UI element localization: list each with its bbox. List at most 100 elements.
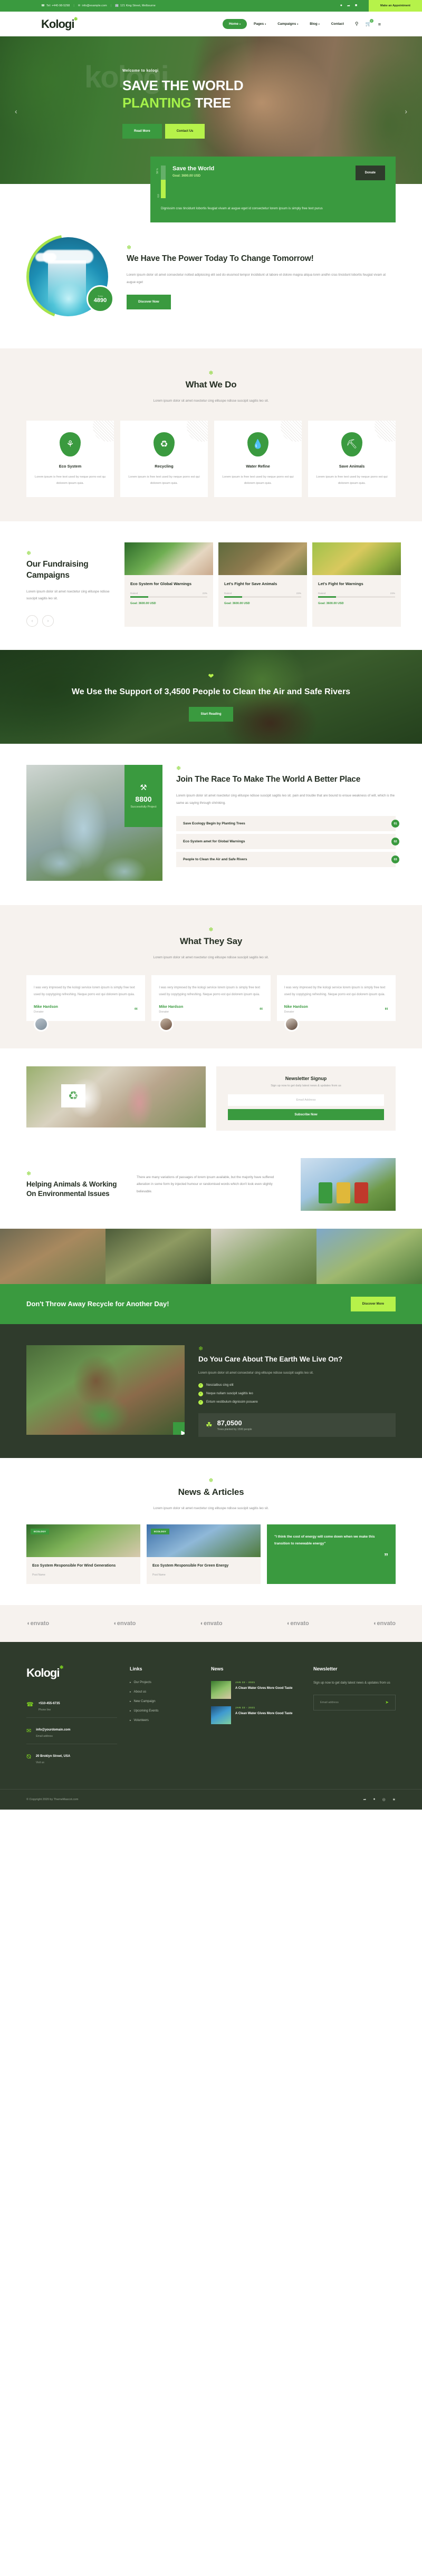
nav-item-contact[interactable]: Contact xyxy=(327,19,349,29)
footer-email-label: Email address xyxy=(36,1734,53,1738)
footer-brand-column: Kologi ❄ ☎ +510-455-6735 Phone line ✉ in… xyxy=(26,1665,117,1770)
hamburger-icon[interactable]: ≡ xyxy=(378,22,381,27)
campaign-card[interactable]: Let's Fight for Warnings Raised 23% Goal… xyxy=(312,542,401,627)
footer-news-item[interactable]: JAN 22 - 2021 A Clean Water Gives More G… xyxy=(211,1706,301,1724)
footer-link-volunteers[interactable]: Volunteers xyxy=(130,1719,198,1722)
check-icon: ✓ xyxy=(198,1383,203,1388)
footer-newsletter-column: Newsletter Sign up now to get daily late… xyxy=(313,1666,396,1770)
footer-link-our-projects[interactable]: Our Projects xyxy=(130,1681,198,1684)
footer-link-upcoming-events[interactable]: Upcoming Events xyxy=(130,1709,198,1713)
footer-contact-email[interactable]: ✉ info@yourdomain.com Email address xyxy=(26,1718,117,1744)
service-card[interactable]: ⛏ Save Animals Lorem ipsum is free text … xyxy=(308,420,396,497)
hero-next-arrow[interactable]: › xyxy=(405,107,407,115)
campaign-image xyxy=(312,542,401,575)
campaign-progress-fill xyxy=(318,596,336,598)
gallery-item-bear[interactable] xyxy=(0,1229,106,1284)
campaign-card[interactable]: Let's Fight for Save Animals Raised 23% … xyxy=(218,542,307,627)
brand-logo-envato[interactable]: ◖ envato xyxy=(26,1620,49,1627)
donate-button[interactable]: Donate xyxy=(355,166,385,180)
service-card-title: Recycling xyxy=(155,463,174,469)
gallery-item-hands-soil[interactable] xyxy=(211,1229,316,1284)
cloud-icon xyxy=(35,253,56,261)
discover-more-button[interactable]: Discover More xyxy=(350,1297,396,1311)
brand-logo-envato[interactable]: ◖ envato xyxy=(199,1620,222,1627)
power-heading: We Have The Power Today To Change Tomorr… xyxy=(127,254,314,264)
campaign-goal: Goal: 3600.00 USD xyxy=(224,602,250,606)
gallery-item-water-pipe[interactable] xyxy=(316,1229,422,1284)
footer-contact-list: ☎ +510-455-6735 Phone line ✉ info@yourdo… xyxy=(26,1692,117,1770)
news-quote-text: "I think the cost of energy will come do… xyxy=(274,1535,375,1545)
nav-item-campaigns[interactable]: Campaigns ▾ xyxy=(273,19,303,29)
footer-news-item[interactable]: JAN 22 - 2021 A Clean Water Gives More G… xyxy=(211,1680,301,1699)
nav-item-pages[interactable]: Pages ▾ xyxy=(249,19,271,29)
search-icon[interactable]: ⚲ xyxy=(355,21,359,27)
donation-percent: 56 % xyxy=(156,168,159,174)
footer-link-new-campaign[interactable]: New Campaign xyxy=(130,1700,198,1703)
service-card[interactable]: ⚘ Eco System Lorem ipsum is free text us… xyxy=(26,420,114,497)
footer-news-date: JAN 22 - 2021 xyxy=(235,1706,255,1709)
instagram-icon[interactable]: ◎ xyxy=(382,1797,386,1802)
newsletter-email-input[interactable]: Email Address xyxy=(228,1094,384,1106)
carousel-prev-button[interactable]: ‹ xyxy=(26,615,38,627)
raised-label: Raised xyxy=(224,592,232,595)
testimonial-name: Nike Hardson xyxy=(284,1005,308,1009)
carousel-next-button[interactable]: › xyxy=(42,615,54,627)
accordion-item[interactable]: Save Ecology Begin by Planting Trees 01 xyxy=(176,816,399,832)
testimonial-card: I was very impresed by the kologi servic… xyxy=(26,975,146,1032)
leaf-icon: ❄ xyxy=(73,16,78,22)
make-appointment-button[interactable]: Make an Appointment xyxy=(369,0,422,12)
newsletter-box: Newsletter Signup Sign up now to get dai… xyxy=(216,1066,396,1131)
youtube-icon[interactable]: ■ xyxy=(355,4,357,8)
footer-link-about-us[interactable]: About us xyxy=(130,1690,198,1694)
topbar-email[interactable]: ✉ info@example.com xyxy=(78,4,107,7)
join-race-section: ⚒ 8800 Successfully Project ❄ Join The R… xyxy=(0,744,422,906)
play-icon[interactable]: ▶ xyxy=(173,1422,185,1435)
send-icon[interactable]: ➤ xyxy=(385,1700,389,1705)
recycle-cta-heading: Don't Throw Away Recycle for Another Day… xyxy=(26,1300,169,1308)
brand-logo-envato[interactable]: ◖ envato xyxy=(286,1620,309,1627)
hands-icon: ☘ xyxy=(206,1420,213,1429)
nav-item-home[interactable]: Home ▾ xyxy=(222,19,247,29)
twitter-icon[interactable]: ➦ xyxy=(363,1797,367,1802)
twitter-icon[interactable]: ➦ xyxy=(347,4,350,8)
facebook-icon[interactable]: ● xyxy=(340,4,342,8)
logo[interactable]: Kologi ❄ xyxy=(41,16,78,31)
envato-mark-icon: ◖ xyxy=(372,1620,377,1627)
nav-item-blog[interactable]: Blog ▾ xyxy=(305,19,324,29)
read-more-button[interactable]: Read More xyxy=(122,123,162,139)
facebook-icon[interactable]: ● xyxy=(373,1797,375,1802)
discover-now-button[interactable]: Discover Now xyxy=(127,294,171,309)
topbar-phone[interactable]: ☎ Tel: +440-98-5298 xyxy=(41,4,70,7)
project-counter: ⚒ 8800 Successfully Project xyxy=(124,765,162,828)
service-card-text: Lorem ipsum is free text used by neque p… xyxy=(128,475,200,485)
accordion-label: People to Clean the Air and Safe Rivers xyxy=(183,858,247,862)
footer-logo[interactable]: Kologi ❄ xyxy=(26,1665,63,1680)
footer-inner: Kologi ❄ ☎ +510-455-6735 Phone line ✉ in… xyxy=(26,1665,396,1770)
news-card[interactable]: ECOLOGY Eco System Responsible For Wind … xyxy=(26,1524,140,1584)
brand-logo-envato[interactable]: ◖ envato xyxy=(373,1620,396,1627)
hero-prev-arrow[interactable]: ‹ xyxy=(15,107,17,115)
news-card[interactable]: ECOLOGY Eco System Responsible For Green… xyxy=(147,1524,261,1584)
subscribe-now-button[interactable]: Subscribe Now xyxy=(228,1109,384,1120)
topbar-contact-group: ☎ Tel: +440-98-5298 | ✉ info@example.com… xyxy=(41,4,156,7)
service-card[interactable]: ♻ Recycling Lorem ipsum is free text use… xyxy=(120,420,208,497)
chevron-down-icon: ▾ xyxy=(239,23,241,25)
gallery-item-coins-plant[interactable] xyxy=(106,1229,211,1284)
start-reading-button[interactable]: Start Reading xyxy=(189,707,233,722)
footer-contact-phone[interactable]: ☎ +510-455-6735 Phone line xyxy=(26,1692,117,1718)
news-section: ❄ News & Articles Lorem ipsum dolor sit … xyxy=(0,1457,422,1605)
brand-logo-envato[interactable]: ◖ envato xyxy=(113,1620,136,1627)
testimonial-author: Mike Hardson Donater xyxy=(34,1005,58,1014)
campaign-card[interactable]: Eco System for Global Warnings Raised 23… xyxy=(124,542,213,627)
service-card[interactable]: 💧 Water Refine Lorem ipsum is free text … xyxy=(214,420,302,497)
vk-icon[interactable]: ★ xyxy=(392,1797,396,1802)
cart-icon[interactable]: 🛒 0 xyxy=(366,19,373,27)
testimonial-footer: Nike Hardson Donater “ xyxy=(284,1005,388,1014)
topbar-address: 🏢 121 King Street, Melbourne xyxy=(115,4,156,7)
footer-newsletter-input[interactable]: Email address ➤ xyxy=(313,1694,396,1710)
page-root: ☎ Tel: +440-98-5298 | ✉ info@example.com… xyxy=(0,0,422,1810)
accordion-item[interactable]: Eco System amet for Global Warnings 02 xyxy=(176,834,399,850)
care-list-label: Nesciatbus cing elit xyxy=(206,1384,234,1387)
contact-us-button[interactable]: Contact Us xyxy=(165,123,205,139)
accordion-item[interactable]: People to Clean the Air and Safe Rivers … xyxy=(176,852,399,868)
